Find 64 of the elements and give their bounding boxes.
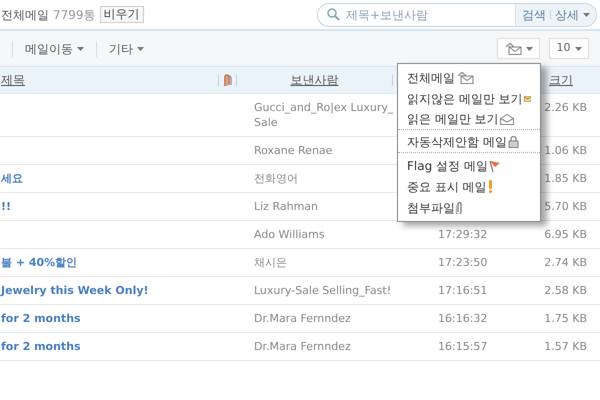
paperclip-icon bbox=[456, 201, 463, 214]
menu-item[interactable]: 전체메일 bbox=[398, 67, 540, 88]
mail-subject[interactable]: for 2 months bbox=[1, 312, 81, 325]
filter-dropdown[interactable] bbox=[497, 38, 540, 59]
sender-name: 전화영어 bbox=[254, 172, 298, 185]
caret-icon bbox=[526, 46, 533, 50]
mail-size: 2.58 KB bbox=[544, 283, 587, 298]
sender-name: 채시은 bbox=[254, 256, 287, 269]
mail-subject[interactable]: !! bbox=[1, 200, 12, 213]
caret-icon bbox=[137, 46, 144, 50]
flag-icon bbox=[488, 160, 501, 172]
sender-name: Dr.Mara Fernndez bbox=[254, 340, 351, 353]
sender-column-header[interactable]: 보낸사람 bbox=[290, 71, 338, 89]
sender-name: Ado Williams bbox=[254, 228, 325, 241]
received-time: 17:16:51 bbox=[438, 284, 488, 297]
mail-count: 7799통 bbox=[53, 6, 96, 24]
search-field[interactable]: 제목+보낸사람 검색 상세 bbox=[317, 2, 597, 26]
mail-subject[interactable]: Jewelry this Week Only! bbox=[1, 284, 149, 297]
mail-size: 1.85 KB bbox=[544, 171, 587, 186]
sender-name: Luxury-Sale Selling_Fast! bbox=[254, 284, 392, 297]
mail-size: 1.57 KB bbox=[544, 339, 587, 354]
received-time: 17:29:32 bbox=[438, 228, 488, 241]
mail-size: 2.74 KB bbox=[544, 255, 587, 270]
envelope-icon bbox=[456, 72, 474, 84]
page-size-dropdown[interactable]: 10 bbox=[549, 38, 589, 59]
mail-size: 1.06 KB bbox=[544, 143, 587, 158]
mail-subject[interactable]: 세요 bbox=[1, 172, 23, 185]
received-time: 17:23:50 bbox=[438, 256, 488, 269]
search-button[interactable]: 검색 bbox=[522, 6, 546, 24]
search-icon bbox=[327, 8, 340, 21]
caret-icon bbox=[574, 46, 582, 50]
mailbox-label: 전체메일 bbox=[0, 6, 49, 24]
sender-name: Dr.Mara Fernndez bbox=[254, 312, 351, 325]
attachment-icon[interactable] bbox=[222, 74, 233, 86]
received-time: 16:16:32 bbox=[438, 312, 488, 325]
menu-item[interactable]: 읽은 메일만 보기 bbox=[398, 109, 540, 130]
mail-subject[interactable]: for 2 months bbox=[1, 340, 81, 353]
envelope-icon bbox=[524, 94, 531, 104]
mail-size: 2.26 KB bbox=[544, 100, 587, 115]
menu-item[interactable]: 읽지않은 메일만 보기 bbox=[398, 88, 540, 109]
menu-item[interactable]: 첨부파일 bbox=[398, 197, 540, 218]
detail-search-button[interactable]: 상세 bbox=[555, 6, 590, 24]
move-mail-button[interactable]: 메일이동 bbox=[25, 40, 84, 58]
caret-icon bbox=[583, 12, 590, 16]
menu-item[interactable]: 자동삭제안함 메일 bbox=[398, 132, 540, 153]
menu-item[interactable]: 중요 표시 메일 bbox=[398, 176, 540, 197]
mail-size: 6.95 KB bbox=[544, 227, 587, 242]
envelope-icon bbox=[500, 114, 514, 124]
more-button[interactable]: 기타 bbox=[109, 40, 144, 58]
mail-size: 1.75 KB bbox=[544, 311, 587, 326]
mail-subject[interactable]: 불 + 40%할인 bbox=[1, 256, 78, 269]
envelope-icon bbox=[504, 42, 522, 54]
menu-item[interactable]: Flag 설정 메일 bbox=[398, 155, 540, 176]
mail-size: 5.70 KB bbox=[544, 199, 587, 214]
exclamation-icon bbox=[488, 180, 493, 193]
sender-name: Roxane Renae bbox=[254, 144, 332, 157]
received-time: 16:15:57 bbox=[438, 340, 488, 353]
subject-column-header[interactable]: 제목 bbox=[1, 71, 25, 89]
size-column-header[interactable]: 크기 bbox=[549, 71, 573, 89]
empty-button[interactable]: 비우기 bbox=[100, 6, 144, 23]
sender-name: Liz Rahman bbox=[254, 200, 318, 213]
sender-name: Gucci_and_Ro|ex Luxury_Sale bbox=[254, 101, 394, 129]
caret-icon bbox=[77, 46, 84, 50]
lock-icon bbox=[508, 136, 519, 148]
